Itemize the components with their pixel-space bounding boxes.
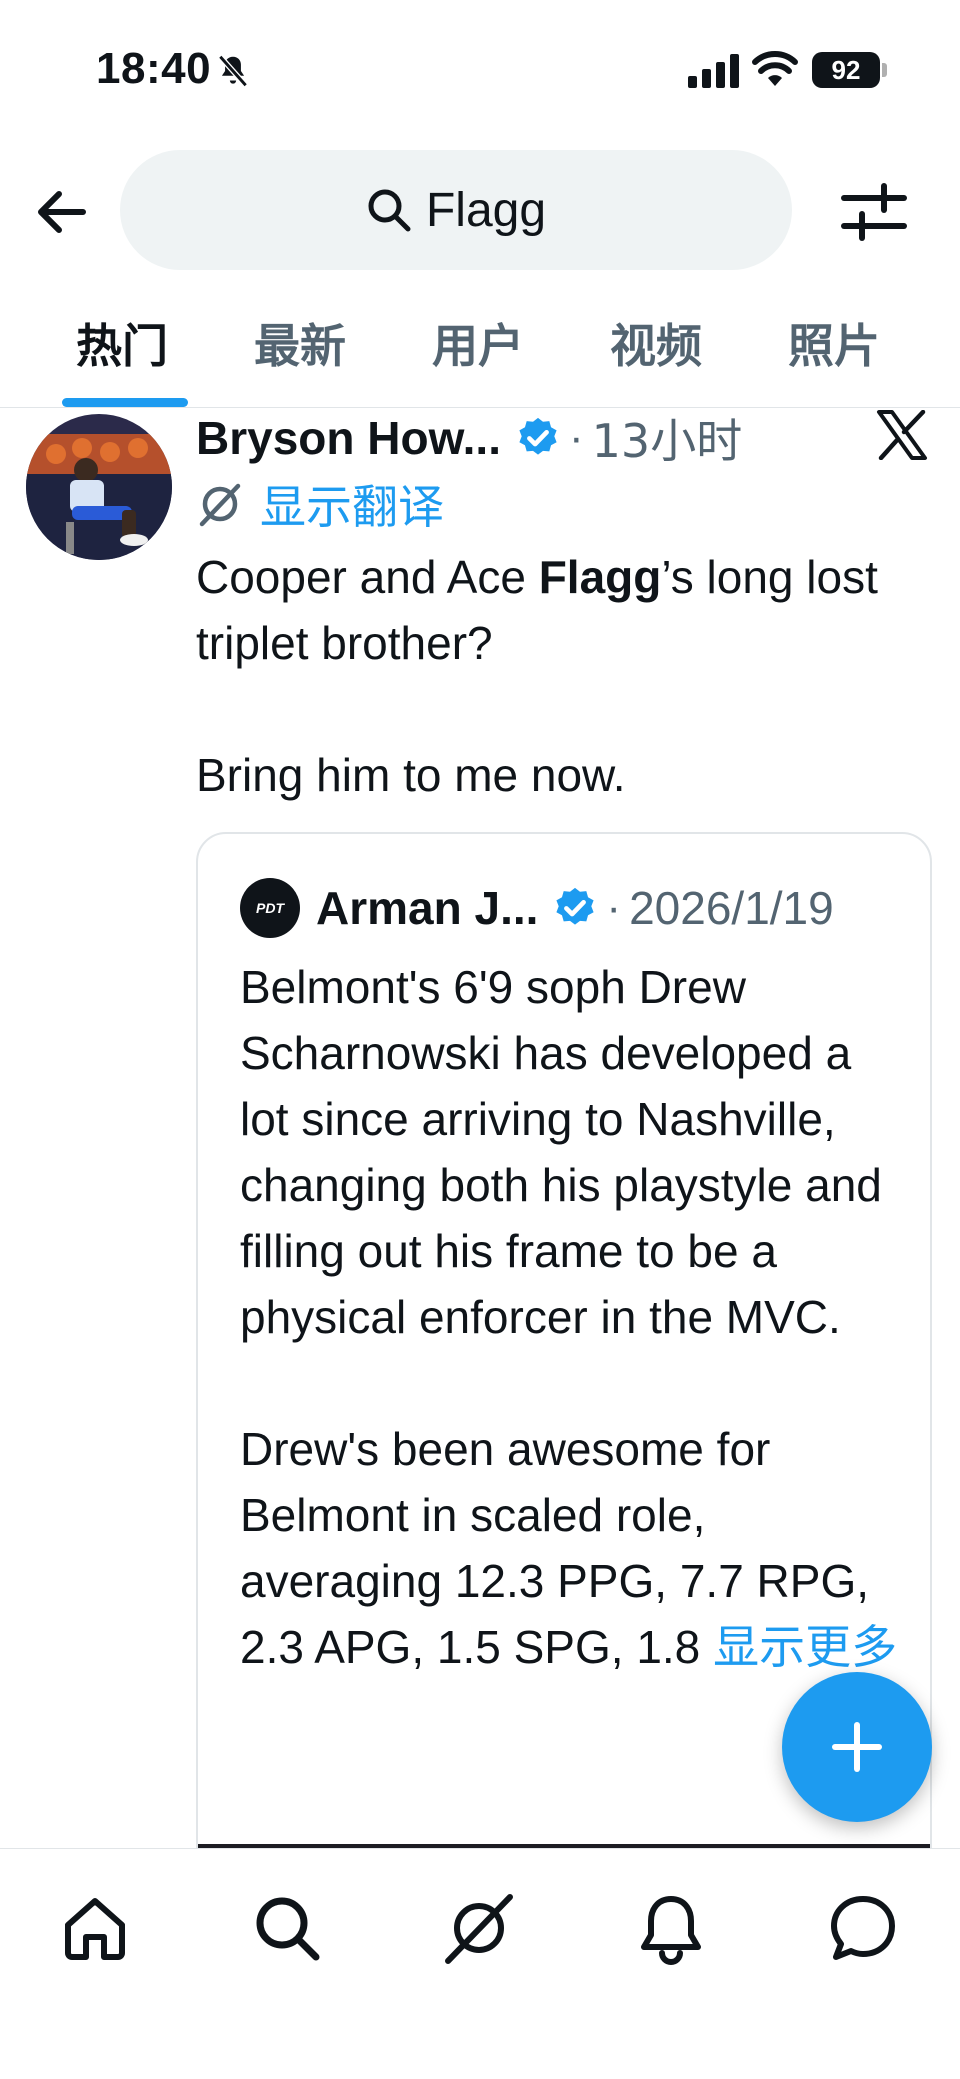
bell-off-icon [218, 54, 248, 88]
status-bar: 18:40 92 [0, 0, 960, 130]
compose-button[interactable] [782, 1672, 932, 1822]
quote-header: PDT Arman J... · 2026/1/19 [240, 876, 834, 940]
back-arrow-icon [38, 191, 86, 233]
tweet-header: Bryson How... · 13小时 [196, 406, 916, 470]
separator-dot: · [606, 883, 622, 932]
plus-icon [832, 1722, 882, 1772]
show-translation-button[interactable]: 显示翻译 [196, 472, 444, 536]
tab-latest[interactable]: 最新 [254, 310, 346, 376]
translate-label: 显示翻译 [260, 480, 444, 534]
search-highlight: Flagg [538, 551, 662, 603]
show-more-link[interactable]: 显示更多 [713, 1620, 897, 1674]
tab-top[interactable]: 热门 [76, 310, 168, 376]
search-icon[interactable] [250, 1891, 324, 1965]
author-name[interactable]: Bryson How... [196, 411, 501, 465]
quote-text: Belmont's 6'9 soph Drew Scharnowski has … [240, 954, 900, 1680]
back-button[interactable] [28, 180, 92, 244]
grok-icon[interactable] [442, 1891, 516, 1965]
quote-author-name: Arman J... [316, 882, 539, 934]
grok-translate-icon [199, 483, 241, 527]
status-time: 18:40 [96, 44, 212, 93]
quote-body: Belmont's 6'9 soph Drew Scharnowski has … [240, 961, 882, 1673]
avatar[interactable] [26, 414, 172, 560]
quote-timestamp: 2026/1/19 [629, 882, 834, 934]
tab-active-indicator [62, 398, 188, 407]
battery-icon: 92 [812, 52, 880, 88]
separator-dot: · [569, 413, 584, 462]
search-tabs: 热门 最新 用户 视频 照片 [0, 290, 960, 408]
search-query: Flagg [425, 183, 547, 237]
x-logo-icon [877, 410, 927, 460]
bottom-nav [0, 1848, 960, 2079]
tab-people[interactable]: 用户 [432, 310, 524, 376]
tab-videos[interactable]: 视频 [610, 310, 702, 376]
tweet-text: Cooper and Ace Flagg’s long lost triplet… [196, 544, 916, 808]
tweet-timestamp: 13小时 [591, 414, 743, 468]
signal-icon [688, 54, 739, 88]
search-input[interactable]: Flagg [120, 150, 792, 270]
search-icon [368, 189, 411, 232]
tab-photos[interactable]: 照片 [788, 310, 880, 376]
home-icon[interactable] [58, 1891, 132, 1965]
messages-icon[interactable] [826, 1891, 900, 1965]
notifications-icon[interactable] [634, 1891, 708, 1965]
battery-cap [882, 63, 887, 77]
verified-badge-icon [556, 887, 595, 925]
tweet-text-before: Cooper and Ace [196, 551, 539, 603]
wifi-icon [752, 51, 798, 86]
quote-avatar: PDT [240, 878, 300, 938]
filter-sliders-icon[interactable] [840, 178, 908, 246]
verified-badge-icon [519, 417, 557, 455]
